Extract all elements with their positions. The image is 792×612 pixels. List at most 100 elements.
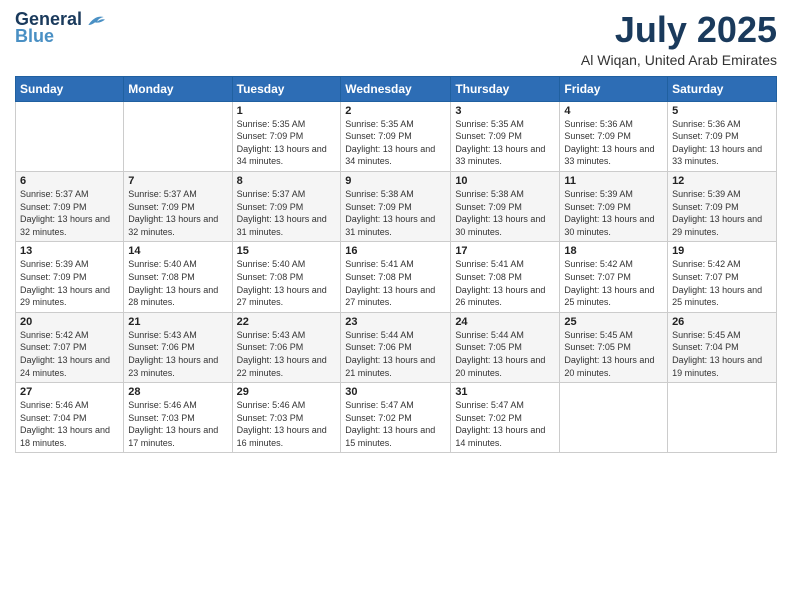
calendar-cell: 29Sunrise: 5:46 AMSunset: 7:03 PMDayligh… [232,383,341,453]
calendar-cell: 7Sunrise: 5:37 AMSunset: 7:09 PMDaylight… [124,171,232,241]
day-info: Sunrise: 5:40 AMSunset: 7:08 PMDaylight:… [237,258,337,308]
day-number: 13 [20,245,119,257]
day-info: Sunrise: 5:41 AMSunset: 7:08 PMDaylight:… [455,258,555,308]
day-number: 27 [20,386,119,398]
day-info: Sunrise: 5:37 AMSunset: 7:09 PMDaylight:… [237,188,337,238]
day-info: Sunrise: 5:45 AMSunset: 7:04 PMDaylight:… [672,329,772,379]
calendar-cell: 25Sunrise: 5:45 AMSunset: 7:05 PMDayligh… [560,312,668,382]
calendar-cell: 21Sunrise: 5:43 AMSunset: 7:06 PMDayligh… [124,312,232,382]
day-info: Sunrise: 5:36 AMSunset: 7:09 PMDaylight:… [672,118,772,168]
calendar-cell: 28Sunrise: 5:46 AMSunset: 7:03 PMDayligh… [124,383,232,453]
day-number: 23 [345,316,446,328]
day-info: Sunrise: 5:36 AMSunset: 7:09 PMDaylight:… [564,118,663,168]
day-number: 22 [237,316,337,328]
day-number: 1 [237,105,337,117]
day-info: Sunrise: 5:38 AMSunset: 7:09 PMDaylight:… [345,188,446,238]
day-number: 14 [128,245,227,257]
day-info: Sunrise: 5:44 AMSunset: 7:06 PMDaylight:… [345,329,446,379]
day-info: Sunrise: 5:46 AMSunset: 7:03 PMDaylight:… [237,399,337,449]
day-number: 5 [672,105,772,117]
col-tuesday: Tuesday [232,76,341,101]
col-thursday: Thursday [451,76,560,101]
calendar-cell [560,383,668,453]
day-info: Sunrise: 5:39 AMSunset: 7:09 PMDaylight:… [564,188,663,238]
day-info: Sunrise: 5:39 AMSunset: 7:09 PMDaylight:… [20,258,119,308]
calendar-cell: 16Sunrise: 5:41 AMSunset: 7:08 PMDayligh… [341,242,451,312]
calendar-cell: 2Sunrise: 5:35 AMSunset: 7:09 PMDaylight… [341,101,451,171]
col-friday: Friday [560,76,668,101]
day-info: Sunrise: 5:35 AMSunset: 7:09 PMDaylight:… [237,118,337,168]
day-number: 8 [237,175,337,187]
day-number: 20 [20,316,119,328]
location: Al Wiqan, United Arab Emirates [581,52,777,68]
title-block: July 2025 Al Wiqan, United Arab Emirates [581,10,777,68]
calendar-cell: 24Sunrise: 5:44 AMSunset: 7:05 PMDayligh… [451,312,560,382]
calendar-cell: 11Sunrise: 5:39 AMSunset: 7:09 PMDayligh… [560,171,668,241]
day-info: Sunrise: 5:37 AMSunset: 7:09 PMDaylight:… [128,188,227,238]
calendar-header-row: Sunday Monday Tuesday Wednesday Thursday… [16,76,777,101]
day-number: 18 [564,245,663,257]
calendar-cell: 17Sunrise: 5:41 AMSunset: 7:08 PMDayligh… [451,242,560,312]
col-saturday: Saturday [668,76,777,101]
day-number: 29 [237,386,337,398]
calendar-cell: 31Sunrise: 5:47 AMSunset: 7:02 PMDayligh… [451,383,560,453]
day-info: Sunrise: 5:39 AMSunset: 7:09 PMDaylight:… [672,188,772,238]
day-number: 24 [455,316,555,328]
logo-bird-icon [85,10,105,30]
day-info: Sunrise: 5:42 AMSunset: 7:07 PMDaylight:… [672,258,772,308]
calendar-cell: 12Sunrise: 5:39 AMSunset: 7:09 PMDayligh… [668,171,777,241]
day-info: Sunrise: 5:42 AMSunset: 7:07 PMDaylight:… [20,329,119,379]
day-number: 10 [455,175,555,187]
calendar-week-row: 13Sunrise: 5:39 AMSunset: 7:09 PMDayligh… [16,242,777,312]
calendar-week-row: 1Sunrise: 5:35 AMSunset: 7:09 PMDaylight… [16,101,777,171]
calendar-cell: 15Sunrise: 5:40 AMSunset: 7:08 PMDayligh… [232,242,341,312]
day-number: 25 [564,316,663,328]
logo-text-blue: Blue [15,27,54,47]
calendar-cell: 3Sunrise: 5:35 AMSunset: 7:09 PMDaylight… [451,101,560,171]
day-number: 7 [128,175,227,187]
day-number: 30 [345,386,446,398]
day-number: 6 [20,175,119,187]
day-info: Sunrise: 5:43 AMSunset: 7:06 PMDaylight:… [237,329,337,379]
day-number: 15 [237,245,337,257]
day-info: Sunrise: 5:37 AMSunset: 7:09 PMDaylight:… [20,188,119,238]
calendar-cell: 26Sunrise: 5:45 AMSunset: 7:04 PMDayligh… [668,312,777,382]
calendar-cell: 5Sunrise: 5:36 AMSunset: 7:09 PMDaylight… [668,101,777,171]
calendar-cell: 23Sunrise: 5:44 AMSunset: 7:06 PMDayligh… [341,312,451,382]
day-number: 17 [455,245,555,257]
month-title: July 2025 [581,10,777,50]
calendar-cell: 13Sunrise: 5:39 AMSunset: 7:09 PMDayligh… [16,242,124,312]
calendar-table: Sunday Monday Tuesday Wednesday Thursday… [15,76,777,454]
day-info: Sunrise: 5:35 AMSunset: 7:09 PMDaylight:… [455,118,555,168]
calendar-week-row: 6Sunrise: 5:37 AMSunset: 7:09 PMDaylight… [16,171,777,241]
calendar-cell: 20Sunrise: 5:42 AMSunset: 7:07 PMDayligh… [16,312,124,382]
calendar-cell: 10Sunrise: 5:38 AMSunset: 7:09 PMDayligh… [451,171,560,241]
calendar-cell: 4Sunrise: 5:36 AMSunset: 7:09 PMDaylight… [560,101,668,171]
day-info: Sunrise: 5:47 AMSunset: 7:02 PMDaylight:… [345,399,446,449]
day-info: Sunrise: 5:46 AMSunset: 7:04 PMDaylight:… [20,399,119,449]
day-info: Sunrise: 5:38 AMSunset: 7:09 PMDaylight:… [455,188,555,238]
day-number: 9 [345,175,446,187]
calendar-cell: 14Sunrise: 5:40 AMSunset: 7:08 PMDayligh… [124,242,232,312]
col-monday: Monday [124,76,232,101]
calendar-cell: 1Sunrise: 5:35 AMSunset: 7:09 PMDaylight… [232,101,341,171]
day-info: Sunrise: 5:42 AMSunset: 7:07 PMDaylight:… [564,258,663,308]
day-info: Sunrise: 5:45 AMSunset: 7:05 PMDaylight:… [564,329,663,379]
calendar-cell: 6Sunrise: 5:37 AMSunset: 7:09 PMDaylight… [16,171,124,241]
page: General Blue July 2025 Al Wiqan, United … [0,0,792,612]
calendar-cell: 19Sunrise: 5:42 AMSunset: 7:07 PMDayligh… [668,242,777,312]
col-sunday: Sunday [16,76,124,101]
calendar-cell: 18Sunrise: 5:42 AMSunset: 7:07 PMDayligh… [560,242,668,312]
day-number: 11 [564,175,663,187]
logo: General Blue [15,10,105,47]
calendar-week-row: 20Sunrise: 5:42 AMSunset: 7:07 PMDayligh… [16,312,777,382]
day-info: Sunrise: 5:46 AMSunset: 7:03 PMDaylight:… [128,399,227,449]
calendar-cell: 27Sunrise: 5:46 AMSunset: 7:04 PMDayligh… [16,383,124,453]
day-info: Sunrise: 5:44 AMSunset: 7:05 PMDaylight:… [455,329,555,379]
day-number: 31 [455,386,555,398]
day-info: Sunrise: 5:35 AMSunset: 7:09 PMDaylight:… [345,118,446,168]
day-number: 19 [672,245,772,257]
day-info: Sunrise: 5:41 AMSunset: 7:08 PMDaylight:… [345,258,446,308]
day-info: Sunrise: 5:40 AMSunset: 7:08 PMDaylight:… [128,258,227,308]
day-number: 28 [128,386,227,398]
